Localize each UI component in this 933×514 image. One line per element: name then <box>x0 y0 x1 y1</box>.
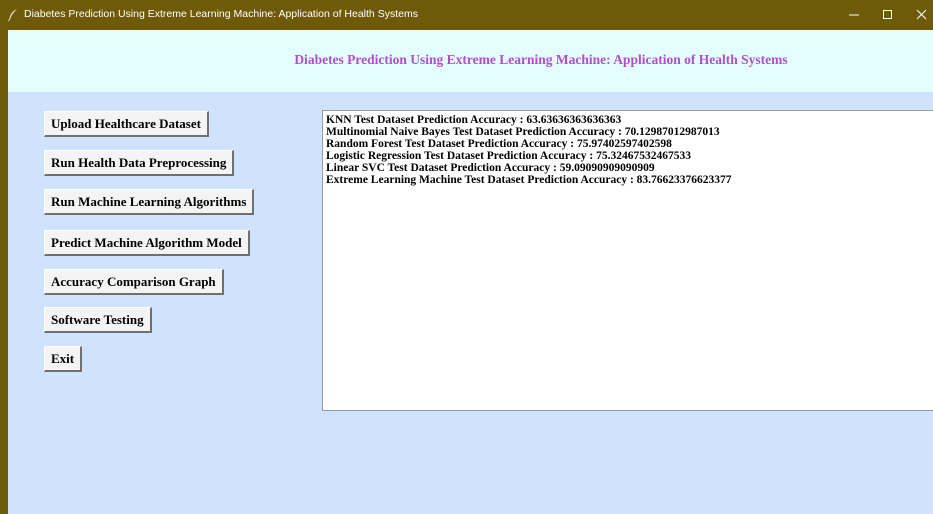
app-window: Diabetes Prediction Using Extreme Learni… <box>0 0 933 514</box>
window-title: Diabetes Prediction Using Extreme Learni… <box>24 8 418 20</box>
accuracy-graph-button[interactable]: Accuracy Comparison Graph <box>44 269 224 295</box>
close-icon[interactable] <box>908 0 933 30</box>
title-bar[interactable]: Diabetes Prediction Using Extreme Learni… <box>0 0 933 30</box>
output-line-knn: KNN Test Dataset Prediction Accuracy : 6… <box>326 114 622 126</box>
minimize-icon[interactable] <box>840 0 870 30</box>
predict-model-button[interactable]: Predict Machine Algorithm Model <box>44 230 250 256</box>
exit-button[interactable]: Exit <box>44 346 83 372</box>
run-ml-algorithms-button[interactable]: Run Machine Learning Algorithms <box>44 189 255 215</box>
output-line-logistic-regression: Logistic Regression Test Dataset Predict… <box>326 150 691 162</box>
client-area: Diabetes Prediction Using Extreme Learni… <box>0 30 933 514</box>
output-line-elm: Extreme Learning Machine Test Dataset Pr… <box>326 174 732 186</box>
header-band: Diabetes Prediction Using Extreme Learni… <box>8 30 933 92</box>
output-text-area[interactable]: KNN Test Dataset Prediction Accuracy : 6… <box>322 110 933 411</box>
software-testing-button[interactable]: Software Testing <box>44 307 152 333</box>
maximize-icon[interactable] <box>874 0 904 30</box>
upload-dataset-button[interactable]: Upload Healthcare Dataset <box>44 111 209 137</box>
output-line-naive-bayes: Multinomial Naive Bayes Test Dataset Pre… <box>326 126 720 138</box>
output-line-random-forest: Random Forest Test Dataset Prediction Ac… <box>326 138 672 150</box>
output-line-linear-svc: Linear SVC Test Dataset Prediction Accur… <box>326 162 655 174</box>
page-title: Diabetes Prediction Using Extreme Learni… <box>294 52 788 67</box>
run-preprocessing-button[interactable]: Run Health Data Preprocessing <box>44 150 235 176</box>
feather-icon <box>6 8 20 22</box>
